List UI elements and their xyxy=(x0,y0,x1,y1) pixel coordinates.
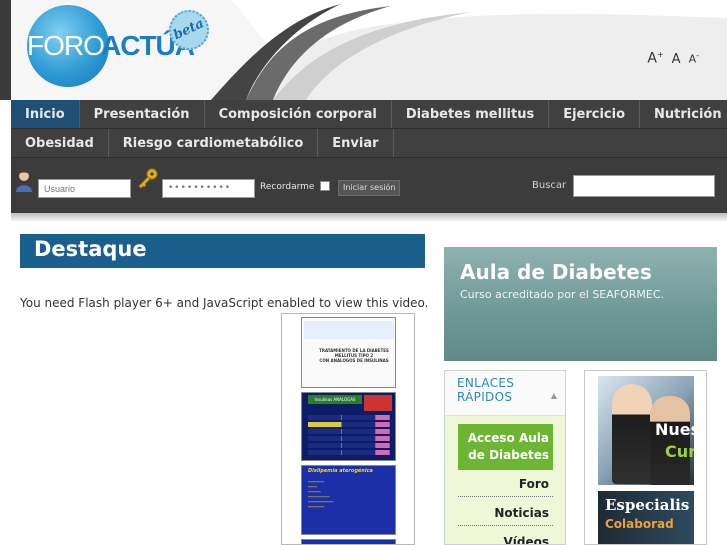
promo-banner-cursos[interactable]: Nues Cur xyxy=(598,376,694,485)
logo-foro-text: FORO xyxy=(27,30,105,61)
promo-text: Nues xyxy=(655,420,694,439)
thumbnail-table xyxy=(308,415,390,457)
font-normal-button[interactable]: A xyxy=(672,52,681,67)
aula-diabetes-banner[interactable]: Aula de Diabetes Curso acreditado por el… xyxy=(444,247,717,361)
key-icon xyxy=(138,168,158,189)
font-size-controls: A+ A A- xyxy=(647,50,699,67)
nav-item-nutricion[interactable]: Nutrición xyxy=(640,100,727,128)
left-strip xyxy=(0,0,11,100)
nav-item-presentacion[interactable]: Presentación xyxy=(80,100,205,128)
banner-subtitle: Curso acreditado por el SEAFORMEC. xyxy=(460,288,665,301)
thumbnail-heading: Dislipemia aterogénica xyxy=(308,468,373,474)
nav-row-2: Obesidad Riesgo cardiometabólico Enviar xyxy=(11,129,727,158)
font-increase-button[interactable]: A+ xyxy=(647,50,663,67)
promo-text: Colaborad xyxy=(605,517,674,531)
site-header: FORO ACTÚA beta A+ A A- xyxy=(11,0,727,100)
username-input[interactable] xyxy=(38,179,131,198)
promo-text: Cur xyxy=(665,442,694,461)
remember-me-label: Recordarme xyxy=(260,182,315,192)
thumbnail-image xyxy=(364,395,392,411)
quick-links-panel: ENLACES RÁPIDOS ▲ Acceso Aula de Diabete… xyxy=(444,370,566,545)
photo-person xyxy=(650,396,690,485)
destaque-title: Destaque xyxy=(34,237,147,261)
remember-me-checkbox[interactable] xyxy=(320,181,330,191)
search-input[interactable] xyxy=(573,175,715,197)
thumbnail-header-strip xyxy=(304,321,394,339)
thumbnail-heading: Insulinas ANALOGAS xyxy=(308,395,362,404)
video-thumbnail-list: TRATAMIENTO DE LA DIABETES MELLITUS TIPO… xyxy=(281,313,415,545)
login-bar-shadow xyxy=(11,213,727,221)
login-bar: •••••••••• Recordarme Iniciar sesión Bus… xyxy=(11,158,727,213)
thumbnail-title-text: TRATAMIENTO DE LA DIABETES MELLITUS TIPO… xyxy=(319,348,389,363)
login-button[interactable]: Iniciar sesión xyxy=(338,180,401,196)
nav-item-diabetes-mellitus[interactable]: Diabetes mellitus xyxy=(392,100,550,128)
quick-links-header[interactable]: ENLACES RÁPIDOS ▲ xyxy=(445,371,565,416)
promo-text: Especialis xyxy=(605,496,690,514)
nav-item-enviar[interactable]: Enviar xyxy=(318,129,394,157)
thumbnail-bullets: ━━━━━━━━━ ━━━━━ ━━━━━━━ ━━━━━━━━━━━━ ━━━━━━━… xyxy=(308,480,334,509)
destaque-header: Destaque xyxy=(20,234,425,268)
nav-row-1: Inicio Presentación Composición corporal… xyxy=(11,100,727,129)
video-thumbnail[interactable]: Insulinas ANALOGAS xyxy=(301,392,396,461)
collapse-arrow-icon: ▲ xyxy=(550,391,557,400)
nav-item-ejercicio[interactable]: Ejercicio xyxy=(549,100,641,128)
promo-banner-especialistas[interactable]: Especialis Colaborad xyxy=(598,491,694,544)
video-thumbnail[interactable] xyxy=(301,539,396,544)
user-icon xyxy=(16,171,32,192)
link-videos[interactable]: Vídeos xyxy=(458,529,553,544)
link-acceso-aula[interactable]: Acceso Aula de Diabetes xyxy=(458,424,553,470)
video-thumbnail[interactable]: Dislipemia aterogénica ━━━━━━━━━ ━━━━━ ━━━… xyxy=(301,465,396,535)
flash-required-message: You need Flash player 6+ and JavaScript … xyxy=(20,296,429,310)
quick-links-title: ENLACES RÁPIDOS xyxy=(457,376,515,404)
nav-item-obesidad[interactable]: Obesidad xyxy=(11,129,109,157)
promo-panel: Nues Cur Especialis Colaborad xyxy=(584,370,707,545)
password-input[interactable]: •••••••••• xyxy=(162,179,255,198)
banner-title: Aula de Diabetes xyxy=(460,260,652,284)
video-thumbnail[interactable]: TRATAMIENTO DE LA DIABETES MELLITUS TIPO… xyxy=(301,317,396,388)
link-noticias[interactable]: Noticias xyxy=(458,500,553,526)
font-decrease-button[interactable]: A- xyxy=(689,51,699,66)
nav-item-inicio[interactable]: Inicio xyxy=(11,100,80,128)
nav-item-riesgo-cardiometabolico[interactable]: Riesgo cardiometabólico xyxy=(109,129,319,157)
main-nav: Inicio Presentación Composición corporal… xyxy=(11,100,727,158)
search-label: Buscar xyxy=(532,180,567,191)
link-foro[interactable]: Foro xyxy=(458,471,553,497)
nav-item-composicion-corporal[interactable]: Composición corporal xyxy=(205,100,392,128)
photo-person xyxy=(612,384,652,484)
